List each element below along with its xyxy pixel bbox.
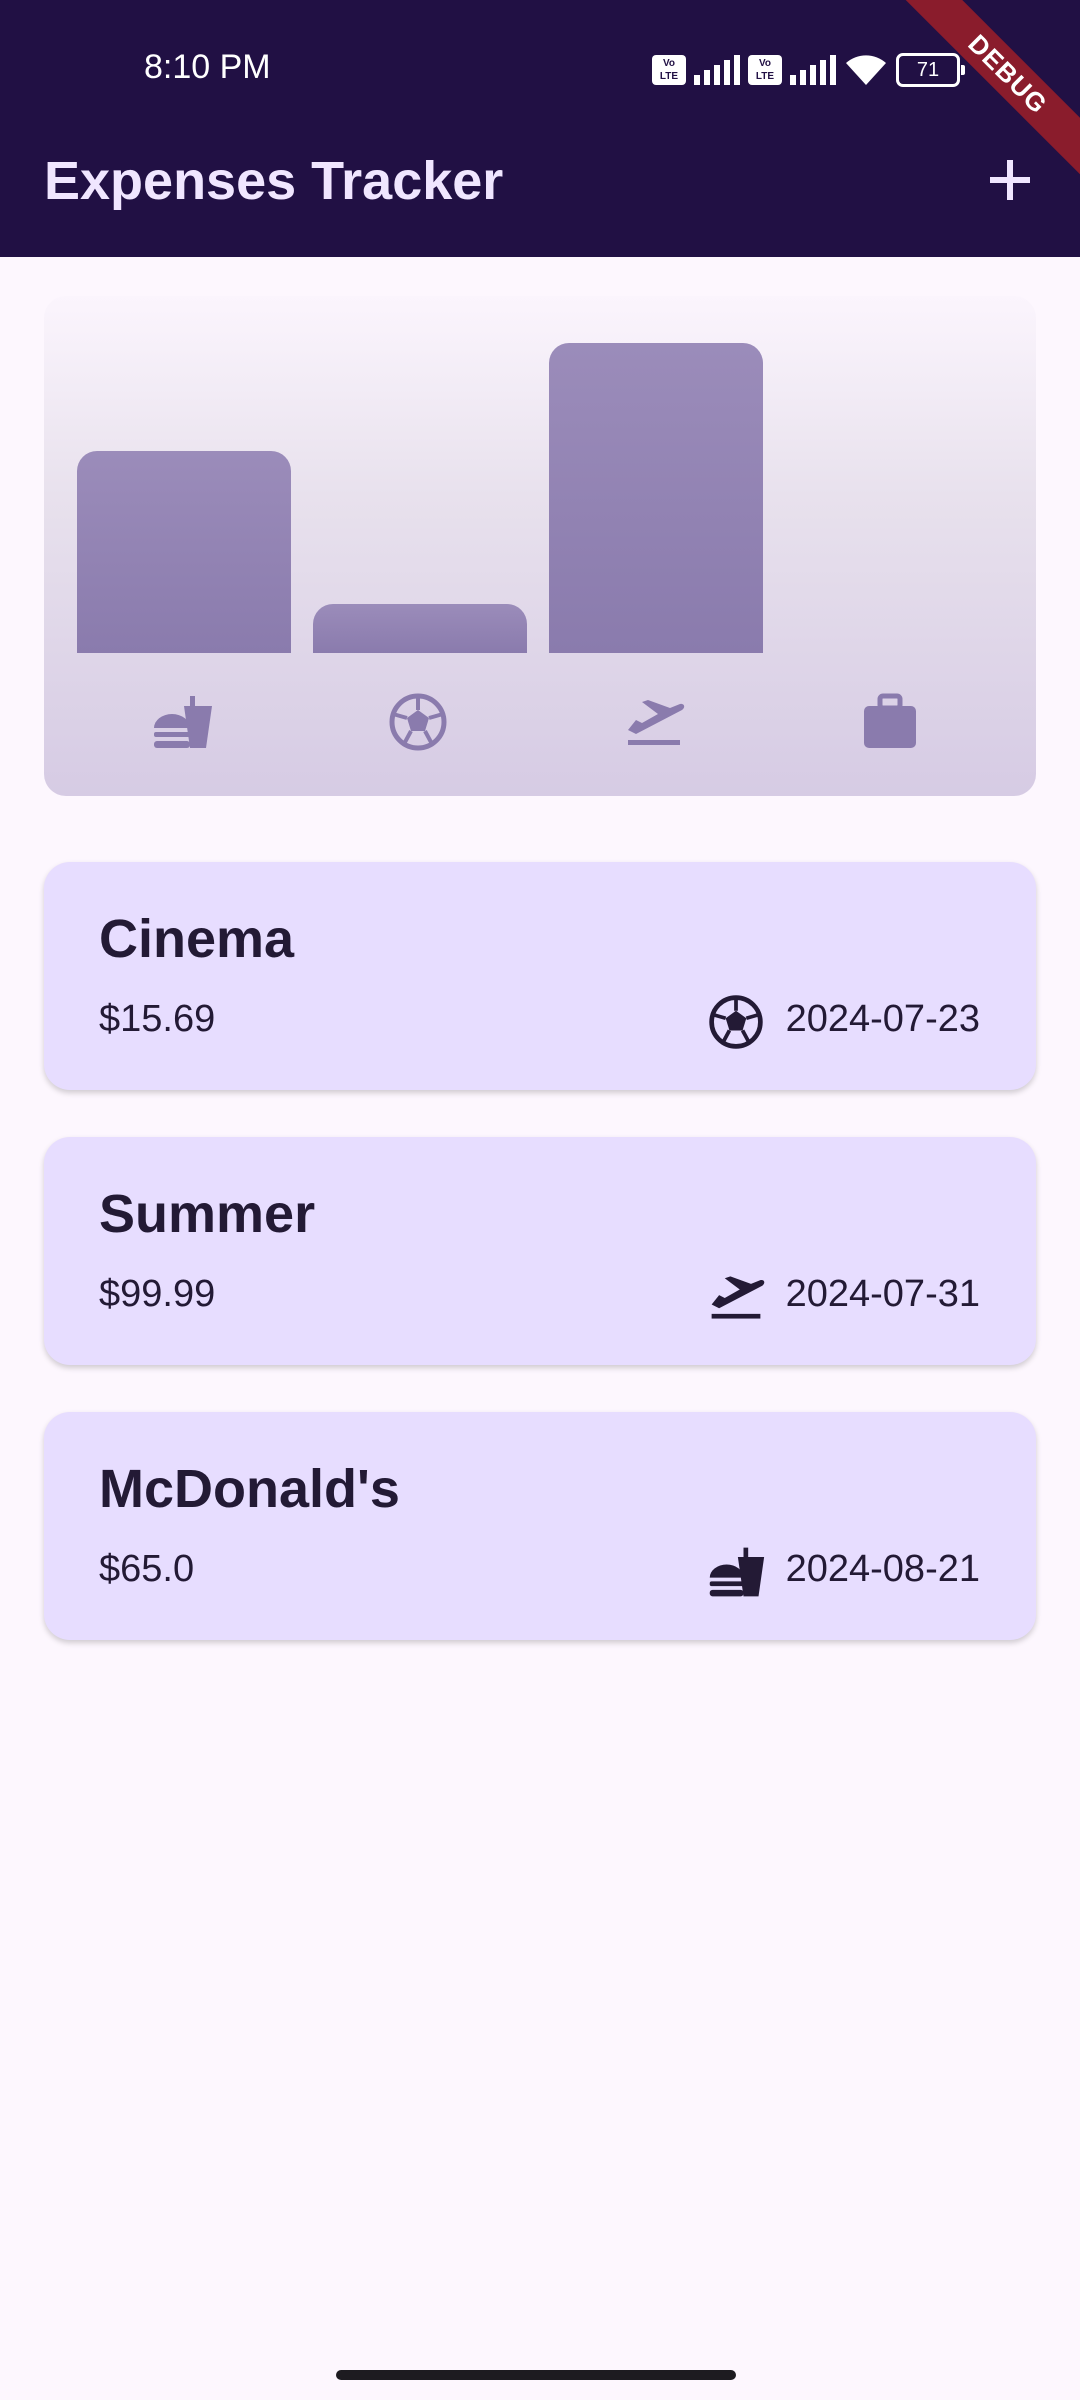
chart-bar-travel xyxy=(549,343,763,653)
volte-badge: Vo LTE xyxy=(652,55,686,85)
status-icons: Vo LTE Vo LTE 71 xyxy=(652,52,965,88)
expense-card[interactable]: Summer $99.99 2024-07-31 xyxy=(44,1137,1036,1365)
status-time: 8:10 PM xyxy=(144,48,271,86)
volte-text-2: Vo xyxy=(758,58,772,69)
sports-soccer-icon xyxy=(709,995,763,1049)
expense-title: Summer xyxy=(99,1184,316,1244)
chart-bar-leisure xyxy=(313,604,527,653)
volte-text: Vo xyxy=(662,58,676,69)
flight-takeoff-icon xyxy=(711,1276,765,1319)
battery-indicator: 71 xyxy=(896,53,965,87)
sports-soccer-icon xyxy=(389,693,447,751)
expense-amount: $65.0 xyxy=(99,1548,195,1590)
expense-card[interactable]: McDonald's $65.0 2024-08-21 xyxy=(44,1412,1036,1640)
fastfood-icon xyxy=(154,696,212,748)
work-icon xyxy=(864,693,916,748)
fastfood-icon xyxy=(709,1547,765,1597)
expense-amount: $15.69 xyxy=(99,998,216,1040)
expense-date: 2024-07-23 xyxy=(785,998,980,1040)
expense-amount: $99.99 xyxy=(99,1273,216,1315)
plus-icon[interactable] xyxy=(980,150,1040,210)
signal-icon xyxy=(694,55,740,85)
lte-text-2: LTE xyxy=(755,71,775,82)
home-indicator[interactable] xyxy=(336,2370,736,2380)
signal-icon-2 xyxy=(790,55,836,85)
chart-bar-food xyxy=(77,451,291,653)
expense-title: Cinema xyxy=(99,909,295,969)
flight-takeoff-icon xyxy=(628,700,685,745)
expense-card[interactable]: Cinema $15.69 2024-07-23 xyxy=(44,862,1036,1090)
app-bar: 8:10 PM Vo LTE Vo LTE 71 DEBUG Expenses … xyxy=(0,0,1080,257)
volte-badge-2: Vo LTE xyxy=(748,55,782,85)
expense-date: 2024-07-31 xyxy=(785,1273,980,1315)
expenses-chart xyxy=(44,296,1036,796)
expense-title: McDonald's xyxy=(99,1459,400,1519)
page-title: Expenses Tracker xyxy=(44,151,504,211)
expense-date: 2024-08-21 xyxy=(785,1548,980,1590)
wifi-icon xyxy=(846,55,886,85)
lte-text: LTE xyxy=(659,71,679,82)
